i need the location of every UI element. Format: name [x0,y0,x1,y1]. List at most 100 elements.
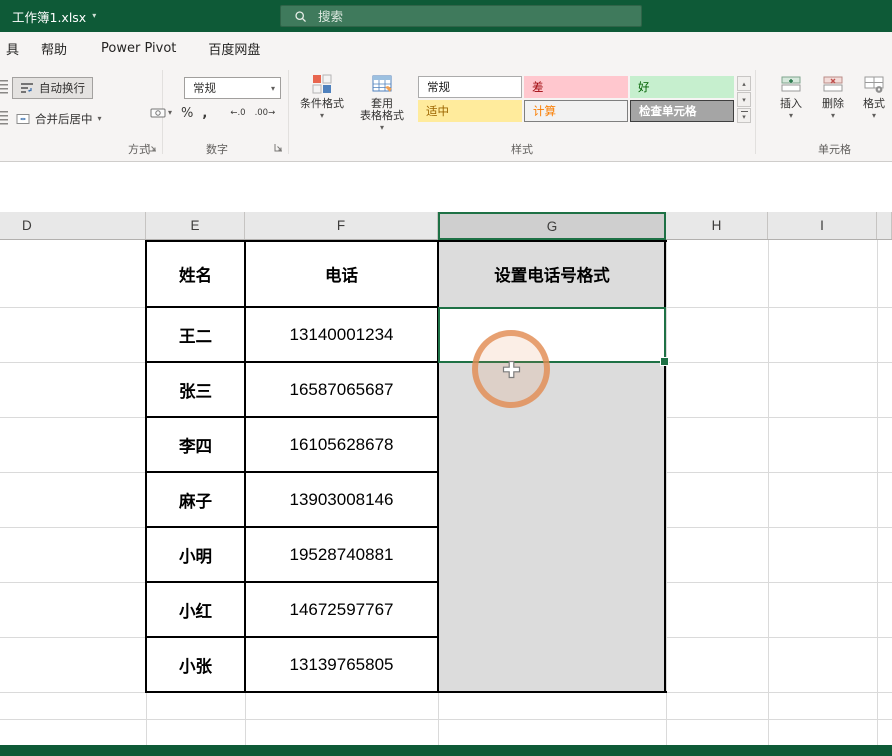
column-header-d[interactable]: D [0,212,146,239]
delete-cells-button[interactable]: 删除 ▾ [814,74,852,120]
wrap-text-label: 自动换行 [39,80,85,96]
percent-style-button[interactable]: % [181,106,193,121]
dialog-launcher-icon[interactable] [148,137,157,156]
dialog-launcher-icon[interactable] [274,137,283,156]
column-header-partial[interactable] [877,212,892,239]
cell-name[interactable]: 李四 [147,418,244,471]
increase-decimal-button[interactable]: ←.0 [230,108,245,118]
table-header-phone[interactable]: 电话 [246,242,437,306]
chevron-down-icon: ▾ [380,124,384,132]
cell-phone[interactable]: 14672597767 [246,583,437,636]
conditional-formatting-button[interactable]: 条件格式 ▾ [294,74,350,120]
conditional-formatting-label: 条件格式 [300,98,344,110]
style-normal[interactable]: 常规 [418,76,522,98]
cell-name[interactable]: 张三 [147,363,244,416]
cell-phone[interactable]: 13140001234 [246,308,437,361]
chevron-down-icon: ▾ [742,96,746,104]
tab-power-pivot[interactable]: Power Pivot [99,41,178,56]
cell-name[interactable]: 王二 [147,308,244,361]
chevron-down-icon: ▾ [872,112,876,120]
format-as-table-icon [372,74,392,94]
column-header-i[interactable]: I [768,212,877,239]
search-box[interactable] [280,5,642,27]
ribbon-tabs: 具 帮助 Power Pivot 百度网盘 [0,32,892,64]
cell-phone[interactable]: 13139765805 [246,638,437,691]
chevron-up-icon: ▴ [742,80,746,88]
tab-baidu-netdisk[interactable]: 百度网盘 [206,39,262,58]
fill-handle[interactable] [660,357,669,366]
tab-partial[interactable]: 具 [4,39,21,58]
excel-window: 工作簿1.xlsx ▾ 具 帮助 Power Pivot 百度网盘 自动换行 [0,0,892,756]
wrap-text-button[interactable]: 自动换行 [12,77,93,99]
gallery-more-button[interactable]: ▾ [737,108,751,123]
cell-name[interactable]: 小红 [147,583,244,636]
cell-phone[interactable]: 16587065687 [246,363,437,416]
search-input[interactable] [316,8,560,25]
group-label-alignment: 方式 [128,141,150,157]
column-header-g-selected[interactable]: G [438,212,666,240]
titlebar: 工作簿1.xlsx ▾ [0,0,892,32]
group-separator [288,70,289,154]
cell-phone[interactable]: 13903008146 [246,473,437,526]
format-cells-icon [864,74,884,94]
more-bar [741,111,748,112]
table-header-g[interactable]: 设置电话号格式 [439,242,665,306]
group-separator [755,70,756,154]
chevron-down-icon: ▾ [320,112,324,120]
group-label-styles: 样式 [511,141,533,157]
format-as-table-label-2: 表格格式 [360,110,404,122]
format-cells-button[interactable]: 格式 ▾ [856,74,892,120]
cell-phone[interactable]: 16105628678 [246,418,437,471]
chevron-down-icon: ▾ [92,12,96,20]
chevron-down-icon: ▾ [831,112,835,120]
wrap-text-icon [20,81,34,95]
tab-help[interactable]: 帮助 [39,39,69,58]
table-header-name[interactable]: 姓名 [147,242,244,306]
chevron-down-icon: ▾ [271,85,275,93]
decrease-decimal-button[interactable]: .00→ [255,108,276,118]
formula-bar-area[interactable] [0,162,892,212]
excel-plus-cursor [502,360,521,383]
active-cell[interactable] [438,307,666,363]
chevron-down-icon: ▾ [168,109,172,117]
column-header-f[interactable]: F [245,212,438,239]
column-header-e[interactable]: E [146,212,245,239]
status-bar [0,745,892,756]
conditional-formatting-icon [312,74,332,94]
style-good[interactable]: 好 [630,76,734,98]
cell-name[interactable]: 小张 [147,638,244,691]
gridline [0,719,892,720]
alignment-icon-partial [0,111,8,127]
column-header-h[interactable]: H [666,212,768,239]
search-icon [294,10,307,23]
document-title-text: 工作簿1.xlsx [12,7,86,26]
cell-name[interactable]: 小明 [147,528,244,581]
cell-phone[interactable]: 19528740881 [246,528,437,581]
accounting-format-button[interactable]: ▾ [150,105,172,121]
sheet-body[interactable]: 姓名 电话 设置电话号格式 王二 13140001234 张三 16587065… [0,240,892,745]
table-border [145,691,667,693]
number-format-value: 常规 [193,80,216,96]
document-title[interactable]: 工作簿1.xlsx ▾ [12,0,96,32]
style-calculation[interactable]: 计算 [524,100,628,122]
chevron-down-icon: ▾ [742,113,746,121]
gallery-scrollbar: ▴ ▾ ▾ [737,76,751,123]
merge-center-label: 合并后居中 [35,111,93,127]
cell-name[interactable]: 麻子 [147,473,244,526]
style-neutral[interactable]: 适中 [418,100,522,122]
alignment-icon-partial [0,80,8,96]
comma-style-button[interactable]: , [202,106,207,121]
gridline [877,240,878,745]
style-bad[interactable]: 差 [524,76,628,98]
number-buttons-row: ▾ % , ←.0 .00→ [150,105,275,121]
format-as-table-button[interactable]: 套用 表格格式 ▾ [352,74,412,132]
insert-cells-button[interactable]: 插入 ▾ [772,74,810,120]
merge-center-button[interactable]: 合并后居中 ▾ [12,108,106,130]
format-cells-label: 格式 [863,98,885,110]
gallery-scroll-down-button[interactable]: ▾ [737,92,751,107]
gridline [768,240,769,745]
style-check-cell[interactable]: 检查单元格 [630,100,734,122]
number-format-dropdown[interactable]: 常规 ▾ [184,77,281,99]
gallery-scroll-up-button[interactable]: ▴ [737,76,751,91]
accounting-icon [150,105,166,121]
